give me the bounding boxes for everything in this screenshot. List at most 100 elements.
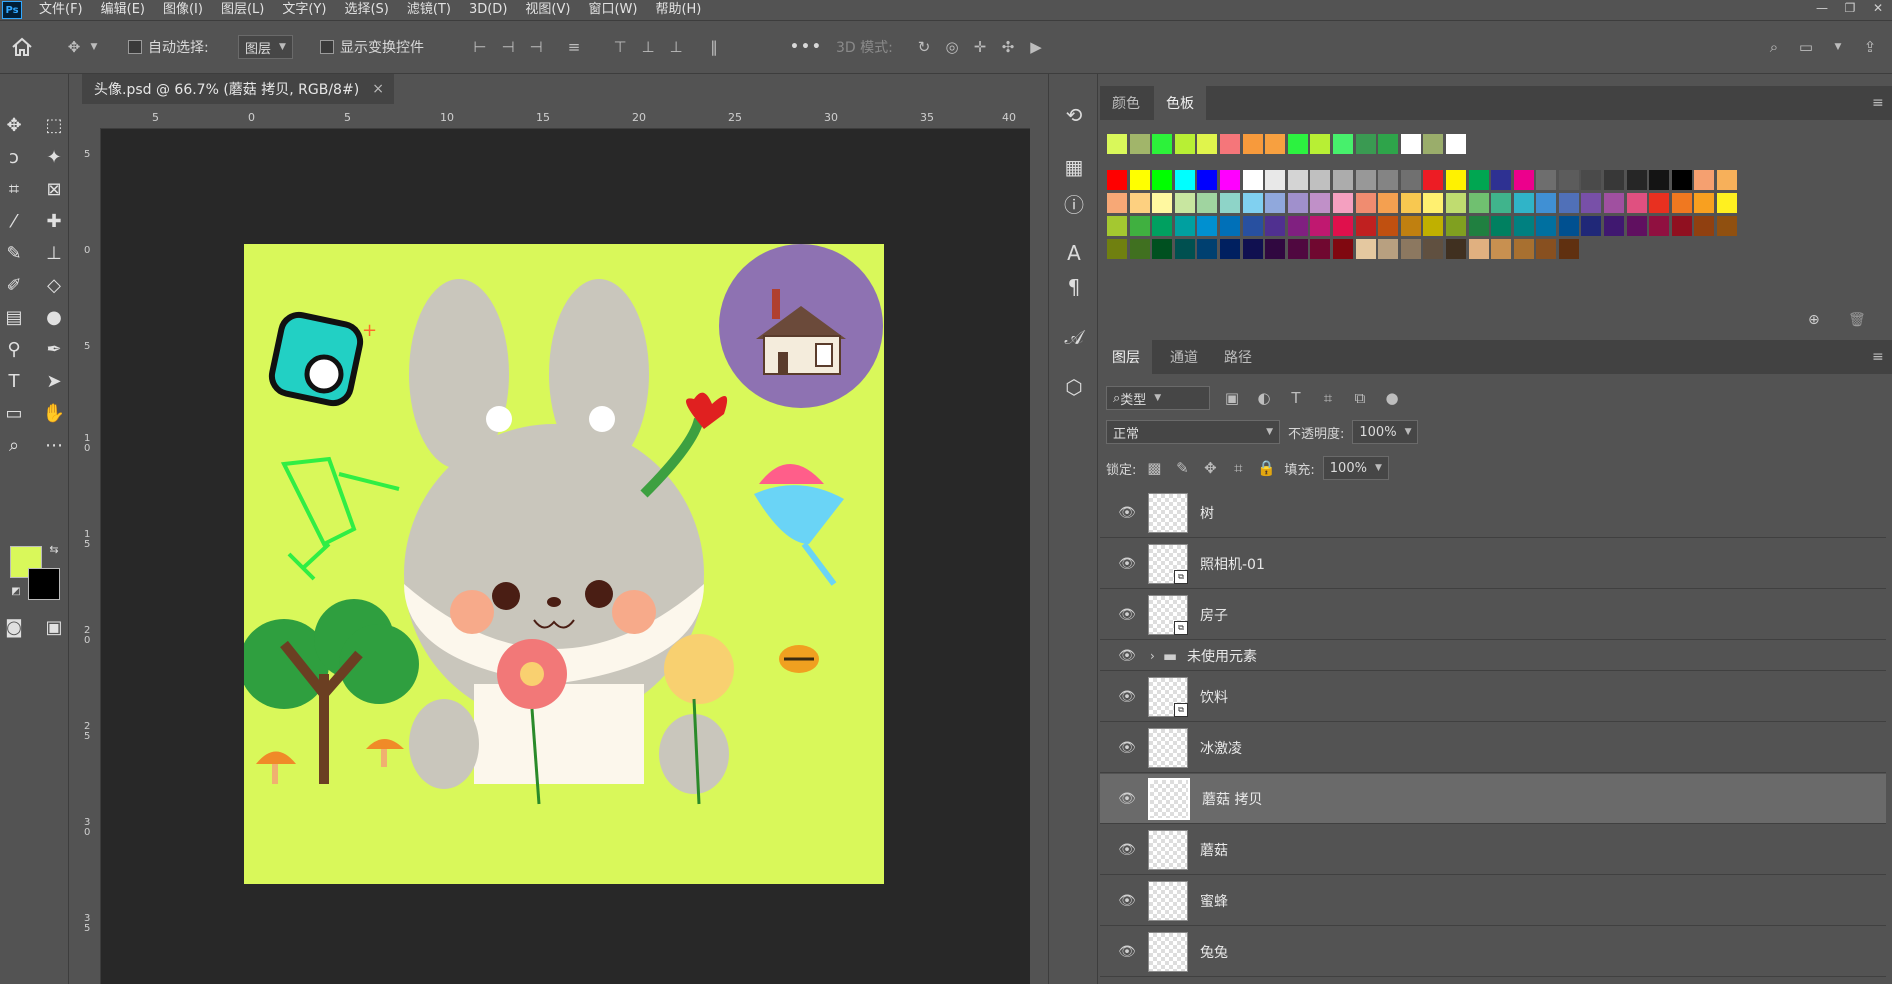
color-swatch[interactable] xyxy=(1197,170,1218,190)
menu-layer[interactable]: 图层(L) xyxy=(212,1,273,19)
visibility-eye-icon[interactable]: 👁 xyxy=(1110,791,1144,807)
3d-orbit-icon[interactable]: ↻ xyxy=(914,37,934,57)
color-swatch[interactable] xyxy=(1152,193,1173,213)
color-swatch[interactable] xyxy=(1174,134,1195,154)
color-swatch[interactable] xyxy=(1694,216,1715,236)
color-swatch[interactable] xyxy=(1310,193,1331,213)
3d-scale-icon[interactable]: ▶ xyxy=(1026,37,1046,57)
color-swatch[interactable] xyxy=(1107,193,1127,213)
show-transform-checkbox[interactable]: 显示变换控件 xyxy=(320,34,424,60)
color-swatch[interactable] xyxy=(1423,193,1444,213)
color-swatch[interactable] xyxy=(1152,134,1173,154)
screen-mode-icon[interactable]: ▣ xyxy=(40,614,68,640)
color-swatch[interactable] xyxy=(1558,170,1579,190)
color-swatch[interactable] xyxy=(1242,216,1263,236)
marquee-tool-icon[interactable]: ⬚ xyxy=(40,112,68,138)
color-swatch[interactable] xyxy=(1242,170,1263,190)
menu-image[interactable]: 图像(I) xyxy=(154,1,212,19)
stamp-tool-icon[interactable]: ⊥ xyxy=(40,240,68,266)
share-icon[interactable]: ⇪ xyxy=(1860,37,1880,57)
visibility-eye-icon[interactable]: 👁 xyxy=(1110,689,1144,705)
color-swatch[interactable] xyxy=(1129,216,1150,236)
color-swatch[interactable] xyxy=(1378,170,1399,190)
align-top-icon[interactable]: ⊤ xyxy=(610,37,630,57)
new-swatch-icon[interactable]: ⊕ xyxy=(1808,312,1820,328)
color-swatch[interactable] xyxy=(1355,239,1376,259)
color-swatch[interactable] xyxy=(1468,216,1489,236)
color-swatch[interactable] xyxy=(1107,170,1127,190)
color-swatch[interactable] xyxy=(1219,239,1240,259)
chevron-down-icon[interactable]: ▼ xyxy=(1828,37,1848,57)
layer-row[interactable]: 👁 蜜蜂 xyxy=(1100,876,1886,926)
color-swatch[interactable] xyxy=(1174,216,1195,236)
quick-mask-icon[interactable]: ◙ xyxy=(0,614,28,640)
color-swatch[interactable] xyxy=(1558,239,1579,259)
color-swatch[interactable] xyxy=(1265,170,1286,190)
color-swatch[interactable] xyxy=(1400,216,1421,236)
color-swatch[interactable] xyxy=(1129,170,1150,190)
brush-tool-icon[interactable]: ✎ xyxy=(0,240,28,266)
opacity-input[interactable]: 100% ▼ xyxy=(1352,420,1419,444)
color-swatch[interactable] xyxy=(1197,239,1218,259)
align-hcenter-icon[interactable]: ⊣ xyxy=(498,37,518,57)
layer-row[interactable]: 👁 兔兔 xyxy=(1100,927,1886,977)
color-swatch[interactable] xyxy=(1378,216,1399,236)
color-swatch[interactable] xyxy=(1604,216,1625,236)
healing-brush-icon[interactable]: ✚ xyxy=(40,208,68,234)
move-tool-icon[interactable]: ✥ xyxy=(0,112,28,138)
tab-swatches[interactable]: 色板 xyxy=(1154,86,1206,120)
color-swatch[interactable] xyxy=(1332,170,1353,190)
color-swatch[interactable] xyxy=(1310,216,1331,236)
color-swatch[interactable] xyxy=(1378,193,1399,213)
color-swatch[interactable] xyxy=(1445,216,1466,236)
auto-select-target-dropdown[interactable]: 图层 ▼ xyxy=(238,35,293,59)
menu-select[interactable]: 选择(S) xyxy=(335,1,397,19)
color-swatch[interactable] xyxy=(1197,134,1218,154)
eyedropper-icon[interactable]: ⁄ xyxy=(0,208,28,234)
color-swatch[interactable] xyxy=(1242,193,1263,213)
menu-window[interactable]: 窗口(W) xyxy=(579,1,646,19)
layer-row[interactable]: 👁 ⧉ 照相机-01 xyxy=(1100,539,1886,589)
visibility-eye-icon[interactable]: 👁 xyxy=(1110,842,1144,858)
artboard-canvas[interactable]: + xyxy=(244,244,884,884)
layer-row[interactable]: 👁 树 xyxy=(1100,488,1886,538)
color-swatch[interactable] xyxy=(1468,170,1489,190)
menu-edit[interactable]: 编辑(E) xyxy=(92,1,154,19)
color-swatch[interactable] xyxy=(1423,134,1444,154)
close-window-icon[interactable]: ✕ xyxy=(1864,0,1892,20)
delete-swatch-icon[interactable]: 🗑 xyxy=(1848,312,1866,328)
visibility-eye-icon[interactable]: 👁 xyxy=(1110,740,1144,756)
color-swatch[interactable] xyxy=(1491,239,1512,259)
color-swatch[interactable] xyxy=(1423,170,1444,190)
lasso-tool-icon[interactable]: ↄ xyxy=(0,144,28,170)
color-swatch[interactable] xyxy=(1671,170,1692,190)
color-swatch[interactable] xyxy=(1355,193,1376,213)
color-swatch[interactable] xyxy=(1332,134,1353,154)
move-tool-preset[interactable]: ✥ ▼ xyxy=(64,34,104,60)
color-swatch[interactable] xyxy=(1378,134,1399,154)
minimize-icon[interactable]: — xyxy=(1808,0,1836,20)
color-swatch[interactable] xyxy=(1265,134,1286,154)
color-swatch[interactable] xyxy=(1332,193,1353,213)
color-swatch[interactable] xyxy=(1378,239,1399,259)
fill-input[interactable]: 100% ▼ xyxy=(1322,456,1389,480)
color-swatch[interactable] xyxy=(1513,170,1534,190)
color-swatch[interactable] xyxy=(1332,216,1353,236)
paragraph-panel-icon[interactable]: ¶ xyxy=(1061,274,1087,300)
color-swatch[interactable] xyxy=(1355,216,1376,236)
lock-all-icon[interactable]: 🔒 xyxy=(1256,458,1276,478)
filter-pixel-icon[interactable]: ▣ xyxy=(1222,388,1242,408)
tab-paths[interactable]: 路径 xyxy=(1212,340,1264,374)
checkbox-box[interactable] xyxy=(128,40,142,54)
color-swatch[interactable] xyxy=(1400,134,1421,154)
color-swatch[interactable] xyxy=(1355,170,1376,190)
background-color-swatch[interactable] xyxy=(28,568,60,600)
blend-mode-dropdown[interactable]: 正常 ▼ xyxy=(1106,420,1280,444)
color-swatch[interactable] xyxy=(1287,170,1308,190)
lock-transparent-icon[interactable]: ▩ xyxy=(1144,458,1164,478)
menu-file[interactable]: 文件(F) xyxy=(30,1,92,19)
layer-group-row[interactable]: 👁 › ▬ 未使用元素 xyxy=(1100,641,1886,671)
color-swatch[interactable] xyxy=(1219,216,1240,236)
filter-type-icon[interactable]: T xyxy=(1286,388,1306,408)
ruler-horizontal[interactable]: 5 0 5 10 15 20 25 30 35 40 xyxy=(82,110,1030,129)
